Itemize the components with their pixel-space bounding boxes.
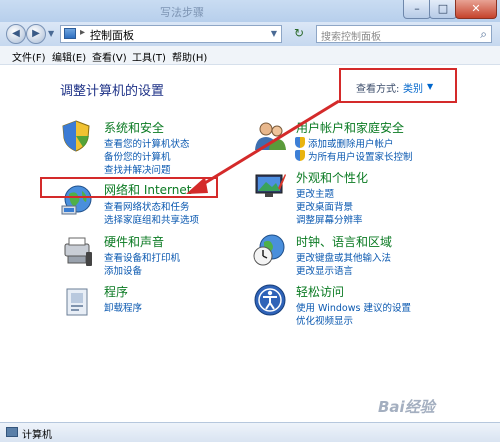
uac-shield-icon [295, 137, 305, 148]
clock-language-region-icon[interactable] [252, 232, 288, 268]
system-security-icon[interactable] [58, 118, 94, 154]
link-view-devices-printers[interactable]: 查看设备和打印机 [104, 250, 180, 264]
category-ease-of-access[interactable]: 轻松访问 [296, 283, 344, 300]
control-panel-small-icon [64, 28, 76, 39]
menu-bar: 文件(F) 编辑(E) 查看(V) 工具(T) 帮助(H) [0, 46, 500, 65]
category-clock-language-region[interactable]: 时钟、语言和区域 [296, 233, 392, 250]
status-text: 计算机 [22, 430, 52, 441]
menu-tools[interactable]: 工具(T) [132, 49, 166, 64]
link-adjust-resolution[interactable]: 调整屏幕分辨率 [296, 212, 363, 226]
category-system-security[interactable]: 系统和安全 [104, 119, 164, 136]
navigation-bar: ◀ ▶ ▼ ▸ 控制面板 ▼ ↻ 搜索控制面板 ⌕ [0, 22, 500, 46]
link-add-remove-accounts[interactable]: 添加或删除用户帐户 [308, 136, 394, 150]
forward-button[interactable]: ▶ [26, 24, 46, 44]
user-accounts-icon[interactable] [252, 118, 288, 154]
window-title: 写法步骤 [160, 6, 204, 19]
close-button[interactable]: ✕ [455, 0, 497, 19]
link-change-desktop-background[interactable]: 更改桌面背景 [296, 199, 353, 213]
back-arrow-icon: ◀ [12, 28, 20, 39]
link-uninstall-program[interactable]: 卸载程序 [104, 300, 142, 314]
appearance-personalization-icon[interactable] [252, 168, 288, 204]
link-view-computer-status[interactable]: 查看您的计算机状态 [104, 136, 190, 150]
watermark: Bai经验 [378, 398, 435, 416]
address-dropdown-icon[interactable]: ▼ [271, 29, 277, 38]
control-panel-window: 写法步骤 – □ ✕ ◀ ▶ ▼ ▸ 控制面板 ▼ ↻ 搜索控制面板 ⌕ 文件(… [0, 0, 500, 442]
maximize-icon: □ [437, 2, 449, 15]
link-homegroup-sharing[interactable]: 选择家庭组和共享选项 [104, 212, 199, 226]
recent-pages-dropdown-icon[interactable]: ▼ [48, 29, 54, 38]
search-placeholder: 搜索控制面板 [321, 32, 381, 43]
search-icon[interactable]: ⌕ [480, 27, 487, 42]
category-appearance[interactable]: 外观和个性化 [296, 169, 368, 186]
annotation-box-view-by [339, 68, 457, 103]
close-icon: ✕ [471, 2, 481, 15]
maximize-button[interactable]: □ [429, 0, 457, 19]
minimize-icon: – [414, 2, 420, 15]
address-path[interactable]: 控制面板 [90, 27, 134, 43]
refresh-button[interactable]: ↻ [288, 26, 310, 42]
uac-shield-icon [295, 150, 305, 161]
annotation-arrow [186, 99, 340, 194]
link-troubleshoot[interactable]: 查找并解决问题 [104, 162, 171, 176]
link-view-network-status[interactable]: 查看网络状态和任务 [104, 199, 190, 213]
menu-view[interactable]: 查看(V) [92, 49, 127, 64]
category-hardware-sound[interactable]: 硬件和声音 [104, 233, 164, 250]
category-user-accounts[interactable]: 用户帐户和家庭安全 [296, 119, 404, 136]
status-bar: 计算机 [0, 422, 500, 442]
menu-file[interactable]: 文件(F) [12, 49, 46, 64]
page-heading: 调整计算机的设置 [60, 84, 165, 99]
address-bar[interactable]: ▸ 控制面板 ▼ [60, 25, 282, 43]
annotation-box-network [40, 177, 218, 198]
link-change-display-language[interactable]: 更改显示语言 [296, 263, 353, 277]
forward-arrow-icon: ▶ [32, 28, 40, 39]
computer-icon [6, 427, 18, 437]
minimize-button[interactable]: – [403, 0, 431, 19]
search-input[interactable]: 搜索控制面板 ⌕ [316, 25, 492, 43]
link-optimize-visual-display[interactable]: 优化视频显示 [296, 313, 353, 327]
address-separator: ▸ [80, 27, 86, 38]
link-change-input-methods[interactable]: 更改键盘或其他输入法 [296, 250, 391, 264]
link-parental-controls[interactable]: 为所有用户设置家长控制 [308, 149, 413, 163]
back-button[interactable]: ◀ [6, 24, 26, 44]
link-recommended-settings[interactable]: 使用 Windows 建议的设置 [296, 300, 411, 314]
programs-icon[interactable] [60, 283, 96, 319]
title-bar: 写法步骤 – □ ✕ [0, 0, 500, 22]
link-change-theme[interactable]: 更改主题 [296, 186, 334, 200]
ease-of-access-icon[interactable] [252, 282, 288, 318]
link-backup-computer[interactable]: 备份您的计算机 [104, 149, 171, 163]
menu-edit[interactable]: 编辑(E) [52, 49, 86, 64]
link-add-device[interactable]: 添加设备 [104, 263, 142, 277]
category-programs[interactable]: 程序 [104, 283, 128, 300]
menu-help[interactable]: 帮助(H) [172, 49, 207, 64]
hardware-sound-icon[interactable] [60, 234, 96, 270]
